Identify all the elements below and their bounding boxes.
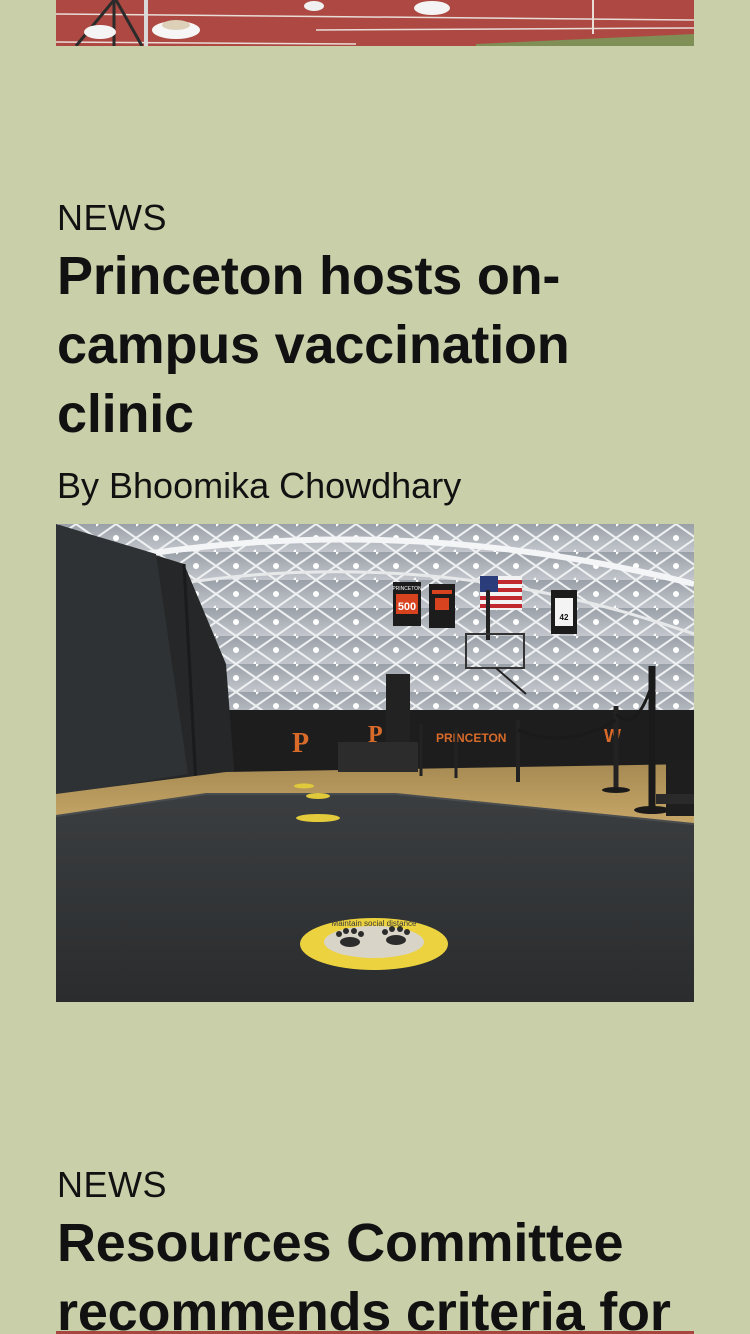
article-headline[interactable]: Resources Committee recommends criteria … bbox=[57, 1209, 694, 1334]
banner-title: PRINCETON bbox=[392, 586, 422, 592]
headline-line[interactable]: campus vaccination bbox=[57, 315, 570, 375]
news-feed-page: NEWS Princeton hosts on- campus vaccinat… bbox=[0, 0, 750, 1334]
article-card[interactable]: NEWS Resources Committee recommends crit… bbox=[57, 1163, 694, 1334]
article-card[interactable]: NEWS Princeton hosts on- campus vaccinat… bbox=[57, 196, 694, 509]
wall-sign: PRINCETON bbox=[436, 731, 506, 745]
article-photo[interactable]: 500 PRINCETON 42 P P PRINCETON W Maintai… bbox=[56, 524, 694, 1002]
headline-line[interactable]: Resources Committee bbox=[57, 1213, 624, 1273]
section-kicker[interactable]: NEWS bbox=[57, 196, 694, 240]
jersey-number: 42 bbox=[560, 613, 569, 622]
section-kicker[interactable]: NEWS bbox=[57, 1163, 694, 1207]
article-headline[interactable]: Princeton hosts on- campus vaccination c… bbox=[57, 242, 694, 449]
running-track-photo bbox=[56, 0, 694, 46]
gym-vaccination-clinic-photo: 500 PRINCETON 42 P P PRINCETON W Maintai… bbox=[56, 524, 694, 1002]
headline-line[interactable]: recommends criteria for bbox=[57, 1282, 671, 1334]
svg-text:P: P bbox=[292, 728, 309, 759]
previous-story-image[interactable] bbox=[56, 0, 694, 46]
banner-number: 500 bbox=[398, 601, 416, 613]
headline-line[interactable]: Princeton hosts on- bbox=[57, 246, 560, 306]
floor-marker-text: Maintain social distance bbox=[332, 919, 417, 928]
headline-line[interactable]: clinic bbox=[57, 384, 194, 444]
article-byline[interactable]: By Bhoomika Chowdhary bbox=[57, 463, 694, 509]
